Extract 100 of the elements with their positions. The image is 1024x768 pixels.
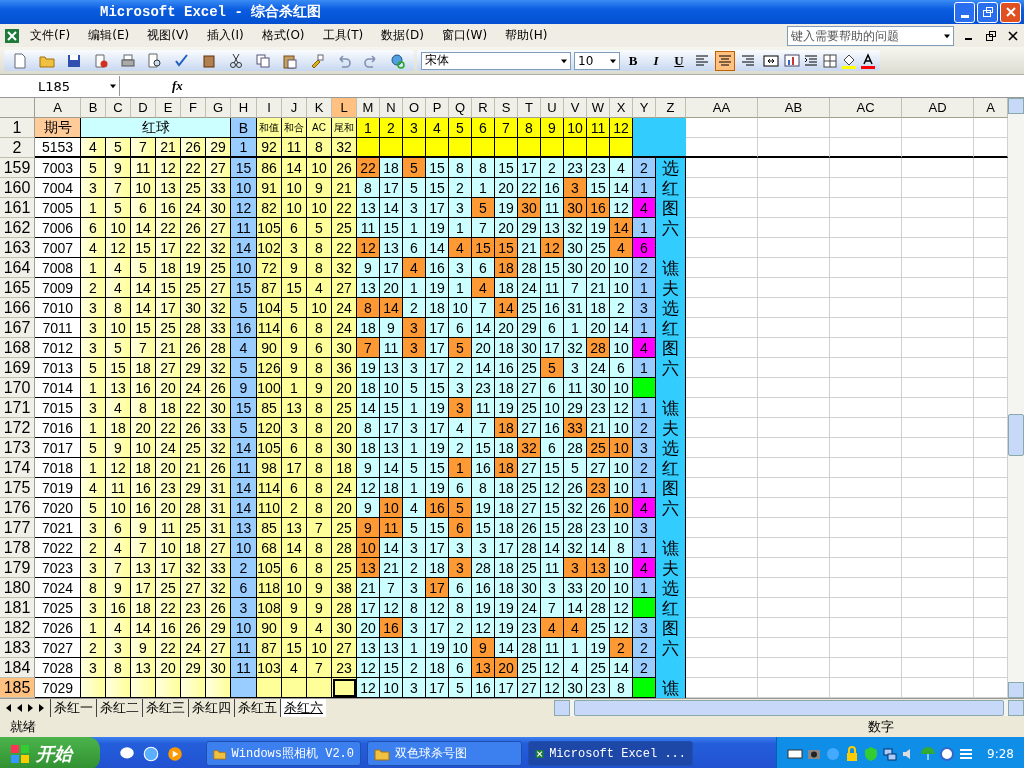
media-player-icon[interactable] bbox=[166, 744, 184, 763]
column-header[interactable]: C bbox=[106, 98, 131, 118]
restore-icon[interactable] bbox=[984, 28, 998, 43]
function-label[interactable]: fx bbox=[172, 78, 183, 94]
column-header[interactable]: A bbox=[35, 98, 81, 118]
column-header[interactable]: AA bbox=[686, 98, 758, 118]
sheet-tab[interactable]: 杀红二 bbox=[96, 698, 142, 718]
cut-icon[interactable] bbox=[228, 52, 244, 69]
row-header[interactable]: 182 bbox=[0, 618, 35, 638]
row-header[interactable]: 170 bbox=[0, 378, 35, 398]
column-header[interactable]: Y bbox=[633, 98, 656, 118]
format-button[interactable]: B bbox=[623, 50, 643, 71]
borders-icon[interactable] bbox=[822, 52, 838, 69]
row-header[interactable]: 185 bbox=[0, 678, 35, 698]
undo-icon[interactable] bbox=[336, 52, 352, 69]
row-header[interactable]: 178 bbox=[0, 538, 35, 558]
row-header[interactable]: 177 bbox=[0, 518, 35, 538]
browser-icon[interactable] bbox=[142, 744, 160, 763]
paste-icon[interactable] bbox=[282, 52, 298, 69]
column-header[interactable]: S bbox=[495, 98, 518, 118]
row-header[interactable]: 181 bbox=[0, 598, 35, 618]
format-button[interactable]: U bbox=[669, 50, 689, 71]
close-button[interactable] bbox=[1000, 1, 1021, 23]
name-box[interactable]: L185 bbox=[0, 76, 120, 96]
row-header[interactable]: 175 bbox=[0, 478, 35, 498]
row-header[interactable]: 164 bbox=[0, 258, 35, 278]
row-header[interactable]: 159 bbox=[0, 158, 35, 178]
taskbar-button[interactable]: 双色球杀号图 bbox=[367, 741, 522, 766]
menu-item[interactable]: 文件(F) bbox=[22, 25, 79, 46]
row-header[interactable]: 173 bbox=[0, 438, 35, 458]
vertical-scrollbar[interactable] bbox=[1008, 98, 1024, 698]
column-header[interactable]: V bbox=[564, 98, 587, 118]
row-header[interactable]: 1 bbox=[0, 118, 35, 138]
sheet-tab[interactable]: 杀红三 bbox=[142, 698, 188, 718]
column-header[interactable]: U bbox=[541, 98, 564, 118]
menu-item[interactable]: 数据(D) bbox=[373, 25, 432, 46]
column-header[interactable]: W bbox=[587, 98, 610, 118]
row-header[interactable]: 160 bbox=[0, 178, 35, 198]
menu-item[interactable]: 窗口(W) bbox=[433, 25, 496, 46]
align-center-button[interactable] bbox=[715, 50, 735, 71]
checkmark-icon[interactable] bbox=[174, 52, 190, 69]
column-header[interactable]: X bbox=[610, 98, 633, 118]
column-header[interactable]: M bbox=[357, 98, 380, 118]
horizontal-scrollbar[interactable] bbox=[554, 700, 1024, 716]
spreadsheet-icon[interactable] bbox=[4, 27, 20, 44]
row-header[interactable]: 162 bbox=[0, 218, 35, 238]
column-header[interactable]: F bbox=[181, 98, 206, 118]
column-header[interactable]: D bbox=[131, 98, 156, 118]
column-header[interactable]: Z bbox=[656, 98, 686, 118]
row-header[interactable]: 161 bbox=[0, 198, 35, 218]
row-header[interactable]: 163 bbox=[0, 238, 35, 258]
menu-item[interactable]: 编辑(E) bbox=[80, 25, 138, 46]
column-header[interactable]: AC bbox=[830, 98, 902, 118]
row-header[interactable]: 165 bbox=[0, 278, 35, 298]
taskbar-button[interactable]: Microsoft Excel ... bbox=[528, 741, 693, 766]
row-header[interactable]: 172 bbox=[0, 418, 35, 438]
chart-icon[interactable] bbox=[784, 52, 800, 69]
row-header[interactable]: 171 bbox=[0, 398, 35, 418]
row-header[interactable]: 2 bbox=[0, 138, 35, 158]
column-header[interactable]: Q bbox=[449, 98, 472, 118]
column-header[interactable]: J bbox=[282, 98, 307, 118]
row-header[interactable]: 166 bbox=[0, 298, 35, 318]
menu-item[interactable]: 视图(V) bbox=[139, 25, 197, 46]
column-header[interactable]: G bbox=[206, 98, 231, 118]
column-header[interactable]: H bbox=[231, 98, 257, 118]
sheet-tab[interactable]: 杀红五 bbox=[234, 698, 280, 718]
row-header[interactable]: 168 bbox=[0, 338, 35, 358]
save-icon[interactable] bbox=[66, 52, 82, 69]
printer-icon[interactable] bbox=[120, 52, 136, 69]
row-header[interactable]: 169 bbox=[0, 358, 35, 378]
close-icon[interactable] bbox=[1006, 28, 1020, 43]
column-header[interactable]: I bbox=[257, 98, 282, 118]
indent-icon[interactable] bbox=[803, 52, 819, 69]
row-header[interactable]: 167 bbox=[0, 318, 35, 338]
row-header[interactable]: 184 bbox=[0, 658, 35, 678]
copy-icon[interactable] bbox=[255, 52, 271, 69]
sheet-tab[interactable]: 杀红六 bbox=[280, 699, 326, 717]
format-button[interactable]: I bbox=[646, 50, 666, 71]
row-header[interactable]: 174 bbox=[0, 458, 35, 478]
minimize-button[interactable] bbox=[954, 1, 975, 23]
menu-item[interactable]: 工具(T) bbox=[314, 25, 372, 46]
column-header[interactable]: A bbox=[974, 98, 1008, 118]
menu-item[interactable]: 帮助(H) bbox=[497, 25, 556, 46]
document-badge-icon[interactable] bbox=[93, 52, 109, 69]
font-size-field[interactable]: 10 bbox=[574, 51, 620, 70]
column-header[interactable]: T bbox=[518, 98, 541, 118]
column-header[interactable]: N bbox=[380, 98, 403, 118]
row-header[interactable]: 180 bbox=[0, 578, 35, 598]
column-header[interactable]: K bbox=[307, 98, 332, 118]
row-header[interactable]: 183 bbox=[0, 638, 35, 658]
redo-icon[interactable] bbox=[363, 52, 379, 69]
restore-button[interactable] bbox=[977, 1, 998, 23]
menu-item[interactable]: 插入(I) bbox=[198, 25, 252, 46]
new-document-icon[interactable] bbox=[12, 52, 28, 69]
font-color-icon[interactable] bbox=[860, 52, 876, 69]
circle-icon[interactable] bbox=[939, 745, 956, 762]
brush-icon[interactable] bbox=[309, 52, 325, 69]
column-header[interactable]: B bbox=[81, 98, 106, 118]
font-name-field[interactable]: 宋体 bbox=[421, 51, 571, 70]
row-header[interactable]: 179 bbox=[0, 558, 35, 578]
